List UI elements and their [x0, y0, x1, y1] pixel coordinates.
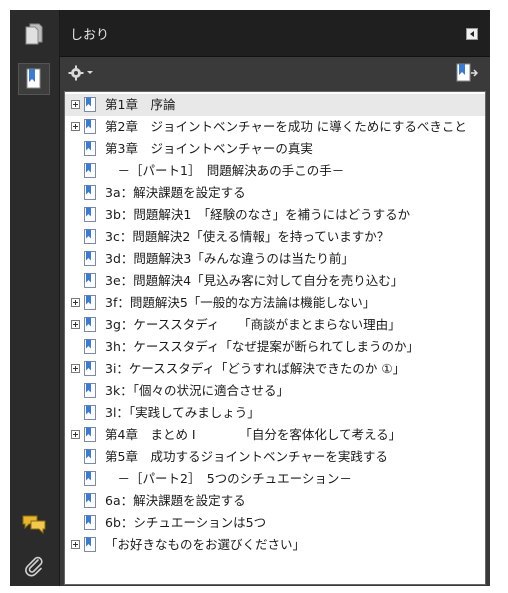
bookmark-icon — [84, 295, 96, 310]
bookmark-label: 3k：「個々の状況に適合させる」 — [105, 383, 289, 398]
bookmark-icon — [84, 339, 96, 354]
bookmark-item[interactable]: －［パート1］ 問題解決あの手この手－ — [65, 160, 485, 182]
bookmark-icon — [84, 493, 96, 508]
expand-toggle-icon[interactable] — [71, 430, 80, 439]
bookmark-label: 3e：問題解決4「見込み客に対して自分を売り込む」 — [105, 273, 404, 288]
bookmark-item[interactable]: 3c：問題解決2「使える情報」を持っていますか？ — [65, 226, 485, 248]
new-bookmark-button[interactable] — [456, 63, 479, 83]
bookmark-label: 3l：「実践してみましょう」 — [105, 405, 260, 420]
bookmark-icon — [84, 119, 96, 134]
bookmark-label: 第2章 ジョイントベンチャーを成功 に導くためにするべきこと — [105, 119, 467, 134]
bookmark-icon — [84, 273, 96, 288]
bookmark-icon — [84, 405, 96, 420]
bookmark-icon — [84, 207, 96, 222]
expand-toggle-icon[interactable] — [71, 540, 80, 549]
expand-toggle-icon[interactable] — [71, 298, 80, 307]
bookmark-icon — [84, 515, 96, 530]
bookmark-label: 3h：ケーススタディ「なぜ提案が断られてしまうのか」 — [105, 339, 420, 354]
navigation-rail — [10, 10, 60, 586]
bookmark-label: －［パート1］ 問題解決あの手この手－ — [105, 163, 345, 178]
bookmark-icon — [84, 427, 96, 442]
bookmark-item[interactable]: 6b：シチュエーションは5つ — [65, 512, 485, 534]
bookmark-icon — [84, 317, 96, 332]
bookmark-label: 3g：ケーススタディ 「商談がまとまらない理由」 — [105, 317, 401, 332]
gear-icon — [68, 65, 84, 81]
panel-title: しおり — [70, 28, 110, 43]
comments-button[interactable] — [18, 508, 50, 540]
bookmark-icon — [84, 229, 96, 244]
pages-icon — [25, 23, 43, 45]
bookmark-label: 6b：シチュエーションは5つ — [105, 515, 267, 530]
expand-toggle-icon[interactable] — [71, 122, 80, 131]
bookmark-item[interactable]: 3a：解決課題を設定する — [65, 182, 485, 204]
bookmark-item[interactable]: 第3章 ジョイントベンチャーの真実 — [65, 138, 485, 160]
bookmark-label: 3c：問題解決2「使える情報」を持っていますか？ — [105, 229, 390, 244]
bookmark-label: 3i：ケーススタディ「どうすれば解決できたのか ①」 — [105, 361, 406, 376]
bookmark-item[interactable]: 3k：「個々の状況に適合させる」 — [65, 380, 485, 402]
bookmark-item[interactable]: 第4章 まとめ Ⅰ 「自分を客体化して考える」 — [65, 424, 485, 446]
bookmark-icon — [84, 471, 96, 486]
bookmark-label: －［パート2］ 5つのシチュエーション－ — [105, 471, 352, 486]
bookmarks-toolbar — [60, 57, 490, 89]
bookmark-label: 第3章 ジョイントベンチャーの真実 — [105, 141, 313, 156]
bookmark-label: 3f：問題解決5「一般的な方法論は機能しない」 — [105, 295, 376, 310]
bookmark-icon — [84, 449, 96, 464]
bookmark-icon — [84, 141, 96, 156]
triangle-left-icon — [470, 31, 474, 37]
collapse-panel-button[interactable] — [466, 28, 478, 40]
bookmark-label: 6a：解決課題を設定する — [105, 493, 246, 508]
attachments-button[interactable] — [18, 550, 50, 582]
bookmark-item[interactable]: 6a：解決課題を設定する — [65, 490, 485, 512]
bookmark-label: 3a：解決課題を設定する — [105, 185, 246, 200]
options-menu-button[interactable] — [68, 65, 94, 81]
bookmarks-button[interactable] — [18, 63, 50, 95]
bookmark-item[interactable]: 3f：問題解決5「一般的な方法論は機能しない」 — [65, 292, 485, 314]
bookmark-item[interactable]: 第1章 序論 — [65, 94, 485, 116]
bookmark-label: 「お好きなものをお選びください」 — [105, 537, 306, 552]
bookmark-label: 3b：問題解決1 「経験のなさ」を補うにはどうするか — [105, 207, 411, 222]
bookmark-icon — [84, 383, 96, 398]
bookmark-item[interactable]: 3b：問題解決1 「経験のなさ」を補うにはどうするか — [65, 204, 485, 226]
bookmark-item[interactable]: 「お好きなものをお選びください」 — [65, 534, 485, 556]
bookmark-icon — [84, 537, 96, 552]
bookmark-icon — [84, 361, 96, 376]
expand-toggle-icon[interactable] — [71, 100, 80, 109]
bookmark-item[interactable]: －［パート2］ 5つのシチュエーション－ — [65, 468, 485, 490]
bookmark-item[interactable]: 3l：「実践してみましょう」 — [65, 402, 485, 424]
bookmark-item[interactable]: 3i：ケーススタディ「どうすれば解決できたのか ①」 — [65, 358, 485, 380]
pages-button[interactable] — [18, 18, 50, 50]
bookmark-item[interactable]: 第5章 成功するジョイントベンチャーを実践する — [65, 446, 485, 468]
bookmark-icon — [84, 97, 96, 112]
new-bookmark-icon — [456, 63, 479, 82]
bookmark-item[interactable]: 第2章 ジョイントベンチャーを成功 に導くためにするべきこと — [65, 116, 485, 138]
bookmarks-panel: しおり 第1章 序論 第2章 ジョイントベンチャーを成功 に導くためにするべきこ… — [60, 10, 490, 586]
panel-header: しおり — [60, 10, 490, 57]
bookmark-label: 第5章 成功するジョイントベンチャーを実践する — [105, 449, 388, 464]
bookmark-item[interactable]: 3d：問題解決3「みんな違うのは当たり前」 — [65, 248, 485, 270]
comments-icon — [22, 515, 46, 534]
bookmark-icon — [84, 251, 96, 266]
bookmark-label: 第4章 まとめ Ⅰ 「自分を客体化して考える」 — [105, 427, 402, 442]
reader-window: しおり 第1章 序論 第2章 ジョイントベンチャーを成功 に導くためにするべきこ… — [0, 0, 508, 593]
bookmark-icon — [84, 185, 96, 200]
bookmarks-icon — [26, 68, 41, 89]
chevron-down-icon — [87, 71, 93, 74]
bookmark-tree: 第1章 序論第2章 ジョイントベンチャーを成功 に導くためにするべきこと 第3章 … — [64, 91, 486, 585]
expand-toggle-icon[interactable] — [71, 320, 80, 329]
bookmark-label: 第1章 序論 — [105, 97, 176, 112]
bookmark-item[interactable]: 3e：問題解決4「見込み客に対して自分を売り込む」 — [65, 270, 485, 292]
expand-toggle-icon[interactable] — [71, 364, 80, 373]
bookmark-label: 3d：問題解決3「みんな違うのは当たり前」 — [105, 251, 354, 266]
bookmark-icon — [84, 163, 96, 178]
paperclip-icon — [25, 556, 43, 577]
bookmark-item[interactable]: 3h：ケーススタディ「なぜ提案が断られてしまうのか」 — [65, 336, 485, 358]
bookmark-item[interactable]: 3g：ケーススタディ 「商談がまとまらない理由」 — [65, 314, 485, 336]
